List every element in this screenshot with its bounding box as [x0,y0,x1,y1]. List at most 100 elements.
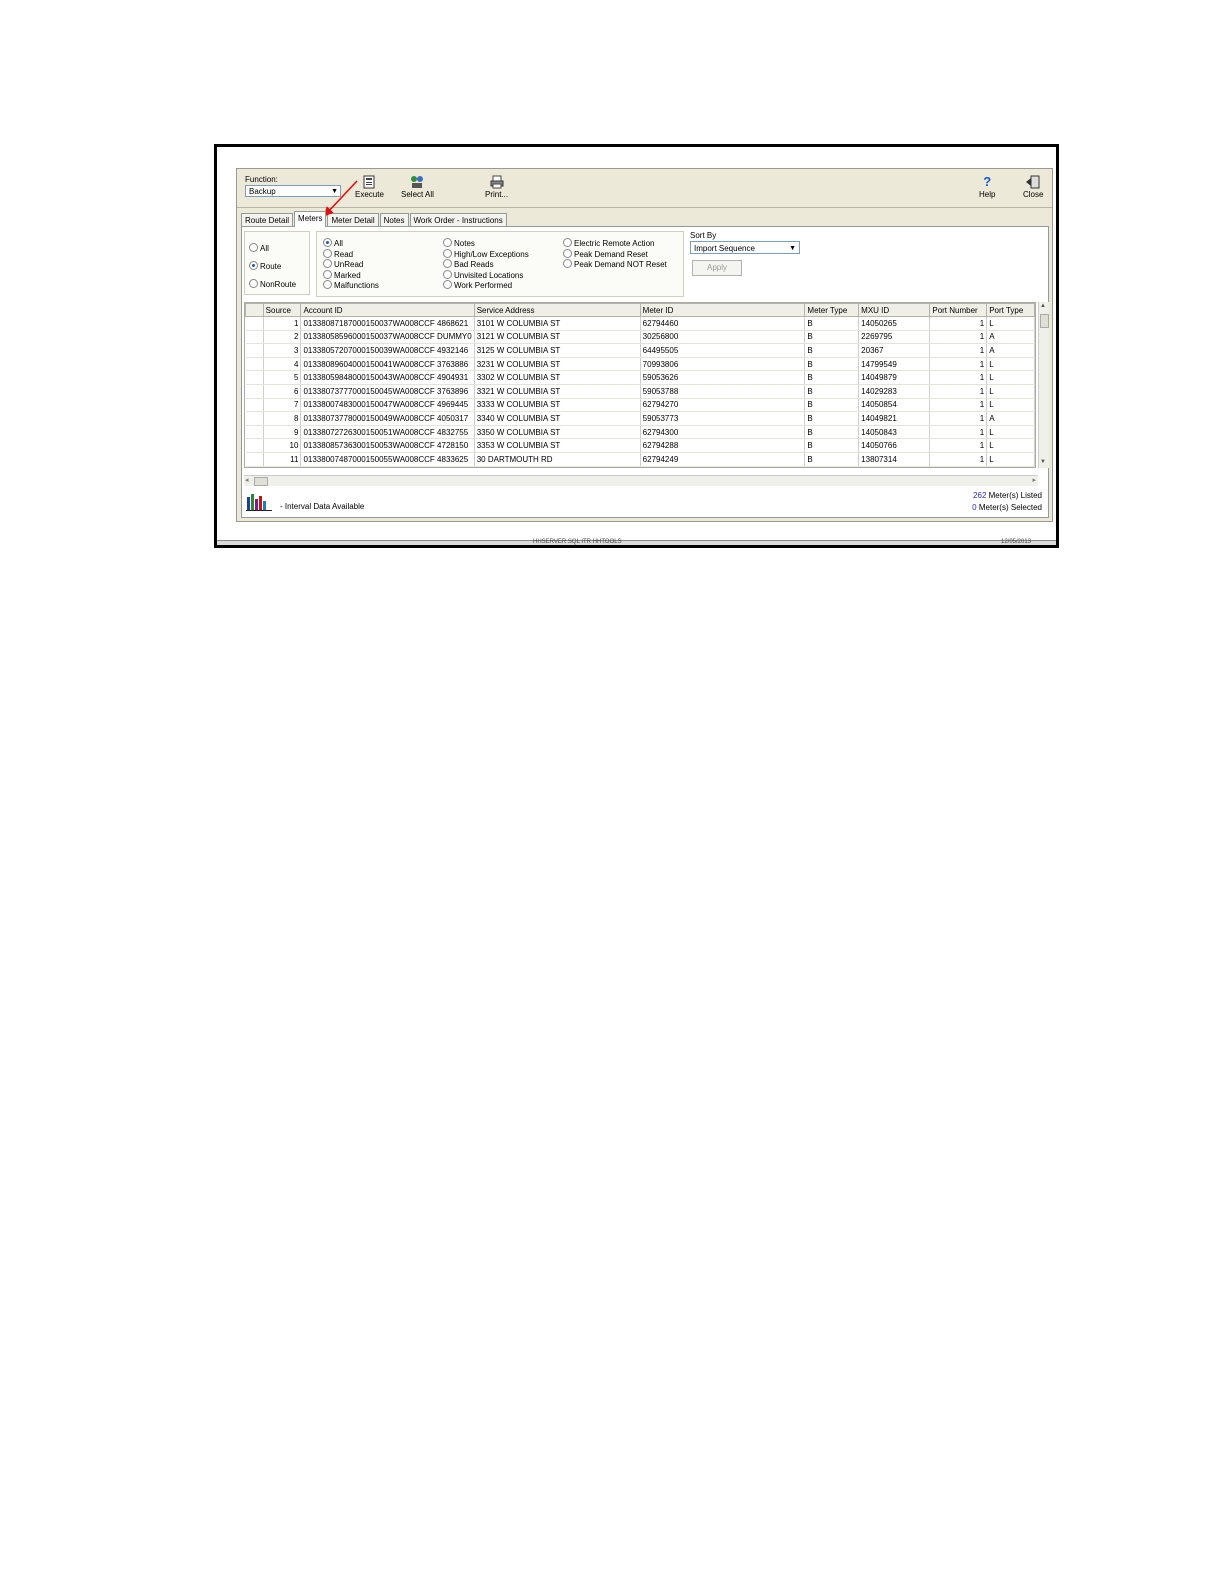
table-cell: B [804,425,860,440]
tab-meters[interactable]: Meters [294,211,327,227]
status-radio-all[interactable]: All [323,238,343,248]
tab-meter-detail[interactable]: Meter Detail [327,213,379,227]
table-cell: 01338059848000150043WA008CCF 4904931 [300,370,475,385]
function-select[interactable]: Backup ▼ [245,185,341,197]
status-radio-electric-remote[interactable]: Electric Remote Action [563,238,654,248]
status-radio-high-low[interactable]: High/Low Exceptions [443,248,529,259]
row-selector[interactable] [245,330,264,345]
help-button[interactable]: ? Help [979,175,995,200]
toolbar: Function: Backup ▼ Execute Select All Pr… [237,169,1052,208]
table-cell: L [986,452,1035,467]
table-cell: 01338007483000150047WA008CCF 4969445 [300,398,475,413]
column-header[interactable]: Service Address [473,303,641,317]
row-selector[interactable] [245,370,264,385]
row-selector[interactable] [245,425,264,440]
status-radio-read[interactable]: Read [323,248,353,259]
column-header[interactable]: Source [262,303,302,317]
apply-button[interactable]: Apply [692,260,742,276]
table-cell: B [804,370,860,385]
scope-radio-route[interactable]: Route [249,261,281,271]
column-header[interactable]: Meter ID [639,303,806,317]
column-header[interactable]: Port Number [929,303,988,317]
status-radio-marked[interactable]: Marked [323,269,361,280]
table-cell: 01338073777000150045WA008CCF 3763896 [300,384,475,399]
table-row[interactable]: 7 01338007483000150047WA008CCF 4969445 333… [245,398,1035,413]
table-cell: 62794249 [640,452,806,467]
radio-dot [323,269,332,279]
vertical-scrollbar[interactable]: ▲ ▼ [1038,302,1049,468]
table-row[interactable]: 10 01338085736300150053WA008CCF 4728150 33… [245,438,1035,453]
column-header[interactable]: Meter Type [804,303,860,317]
status-radio-malfunctions[interactable]: Malfunctions [323,280,379,290]
status-radio-unvisited[interactable]: Unvisited Locations [443,269,523,280]
row-selector[interactable] [245,384,264,399]
row-selector[interactable] [245,316,264,331]
table-row[interactable]: 2 01338058596000150037WA008CCF DUMMY0 3121… [245,330,1035,345]
table-row[interactable]: 8 01338073778000150049WA008CCF 4050317 334… [245,411,1035,426]
status-filter-group: All Read UnRead Marked Malfunctions Note… [316,231,684,297]
status-date: 12/05/2013 [1001,539,1032,545]
tab-route-detail[interactable]: Route Detail [241,213,294,227]
table-cell: 1 [929,370,988,385]
row-selector[interactable] [245,411,264,426]
row-selector[interactable] [245,398,264,413]
scope-radio-all[interactable]: All [249,243,269,253]
scroll-thumb[interactable] [1040,314,1049,328]
table-row[interactable]: 4 01338089604000150041WA008CCF 3763886 323… [245,357,1035,372]
table-cell: 70993806 [640,357,806,372]
status-radio-notes[interactable]: Notes [443,238,475,248]
radio-dot [563,259,572,269]
table-row[interactable]: 3 01338057207000150039WA008CCF 4932146 312… [245,343,1035,358]
status-radio-unread[interactable]: UnRead [323,259,363,269]
table-cell: L [986,316,1035,331]
table-cell: 59053626 [640,370,806,385]
scroll-down-icon[interactable]: ▼ [1040,459,1046,465]
table-cell: 4 [263,357,302,372]
tab-work-order-instructions[interactable]: Work Order - Instructions [409,213,507,227]
status-radio-peak-not-reset[interactable]: Peak Demand NOT Reset [563,259,667,269]
row-selector[interactable] [245,452,264,467]
table-cell: B [804,411,860,426]
print-button[interactable]: Print... [485,175,508,199]
table-row[interactable]: 11 01338007487000150055WA008CCF 4833625 30… [245,452,1035,467]
row-selector[interactable] [245,438,264,453]
radio-dot [443,238,452,248]
row-selector[interactable] [245,343,264,358]
table-cell: 01338058596000150037WA008CCF DUMMY0 [300,330,475,345]
scroll-right-icon[interactable]: ▸ [1032,476,1036,484]
table-cell: 11 [263,452,302,467]
close-button[interactable]: Close [1023,175,1043,199]
table-row[interactable]: 1 01338087187000150037WA008CCF 4868621 310… [245,316,1035,331]
sort-by-select[interactable]: Import Sequence ▼ [690,241,800,254]
execute-icon [355,175,384,189]
table-cell: B [804,357,860,372]
table-row[interactable]: 6 01338073777000150045WA008CCF 3763896 332… [245,384,1035,399]
status-radio-peak-reset[interactable]: Peak Demand Reset [563,248,648,259]
radio-dot [323,259,332,269]
close-label: Close [1023,190,1044,199]
table-row[interactable]: 5 01338059848000150043WA008CCF 4904931 330… [245,370,1035,385]
scroll-thumb[interactable] [254,477,268,486]
scroll-left-icon[interactable]: ◂ [245,476,249,484]
horizontal-scrollbar[interactable]: ◂ ▸ [244,475,1038,486]
table-cell: 3333 W COLUMBIA ST [474,398,641,413]
status-radio-bad-reads[interactable]: Bad Reads [443,259,494,269]
table-cell: L [986,425,1035,440]
table-cell: 20367 [858,343,931,358]
execute-button[interactable]: Execute [355,175,384,199]
table-row[interactable]: 9 01338072726300150051WA008CCF 4832755 335… [245,425,1035,440]
table-cell: 3321 W COLUMBIA ST [474,384,641,399]
select-all-button[interactable]: Select All [401,175,434,199]
scroll-up-icon[interactable]: ▲ [1040,303,1046,309]
table-cell: 14050766 [858,438,931,453]
column-header[interactable]: MXU ID [858,303,931,317]
column-header[interactable]: Account ID [300,303,475,317]
row-selector[interactable] [245,357,264,372]
table-cell: 9 [263,425,302,440]
status-radio-work-performed[interactable]: Work Performed [443,280,512,290]
table-cell: L [986,357,1035,372]
column-header[interactable]: Port Type [986,303,1035,317]
radio-dot [563,248,572,258]
tab-notes[interactable]: Notes [379,213,409,227]
scope-radio-nonroute[interactable]: NonRoute [249,279,296,289]
